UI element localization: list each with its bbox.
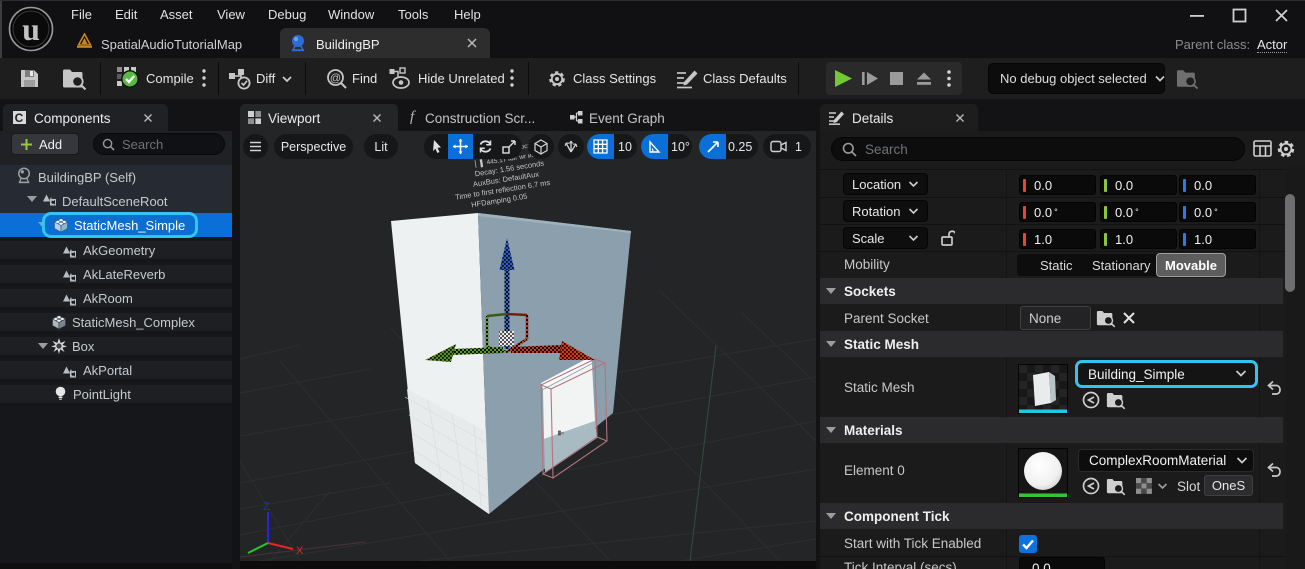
- svg-text:Z: Z: [263, 501, 270, 513]
- svg-text:@: @: [330, 73, 341, 85]
- svg-text:X: X: [296, 545, 304, 557]
- svg-text:C: C: [15, 111, 24, 125]
